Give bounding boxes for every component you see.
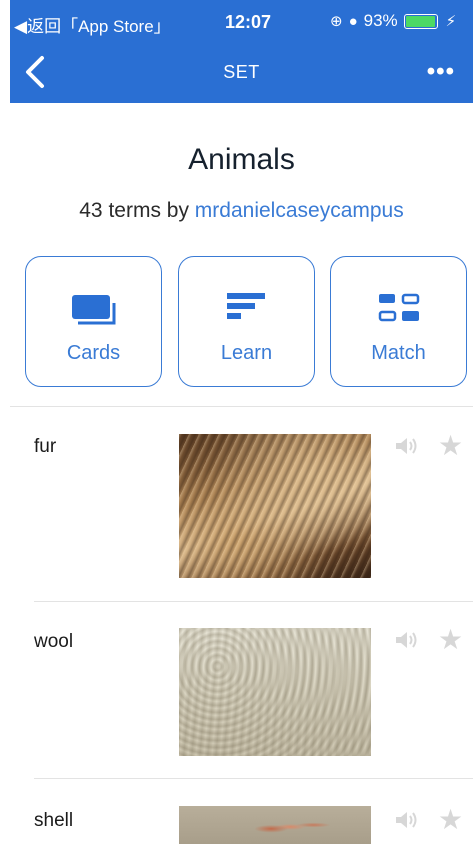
- rotation-lock-icon: ⊕: [330, 13, 343, 30]
- battery-icon: [403, 13, 438, 29]
- divider: [34, 601, 473, 602]
- star-icon[interactable]: ★: [438, 432, 463, 460]
- status-time: 12:07: [225, 12, 272, 32]
- more-dots-icon[interactable]: •••: [427, 58, 455, 86]
- alarm-icon: ●: [348, 12, 358, 30]
- cards-button[interactable]: Cards: [25, 256, 162, 387]
- set-title: Animals: [188, 143, 295, 176]
- learn-label: Learn: [220, 342, 273, 364]
- learn-icon: [226, 293, 265, 319]
- status-right: ⊕ ● 93% ⚡: [330, 11, 456, 31]
- nav-bar: SET •••: [10, 44, 473, 103]
- fur-image[interactable]: [179, 434, 371, 578]
- set-meta: 43 terms by mrdanielcaseycampus: [10, 199, 473, 223]
- learn-button[interactable]: Learn: [178, 256, 315, 387]
- term-word: wool: [34, 631, 74, 652]
- match-label: Match: [371, 342, 426, 364]
- cards-icon: [71, 295, 115, 325]
- shell-image[interactable]: [179, 806, 371, 844]
- star-icon[interactable]: ★: [438, 806, 463, 834]
- status-bar: ◀返回「App Store」 12:07 ⊕ ● 93% ⚡: [10, 0, 473, 44]
- author-link[interactable]: mrdanielcaseycampus: [195, 199, 404, 222]
- divider: [34, 778, 473, 779]
- term-count: 43 terms by: [79, 199, 195, 222]
- divider: [10, 406, 473, 407]
- top-bar: ◀返回「App Store」 12:07 ⊕ ● 93% ⚡ SET •••: [10, 0, 473, 103]
- speaker-icon[interactable]: [394, 435, 420, 457]
- nav-title: SET: [223, 62, 260, 82]
- star-icon[interactable]: ★: [438, 626, 463, 654]
- match-button[interactable]: Match: [330, 256, 467, 387]
- wool-image[interactable]: [179, 628, 371, 756]
- term-word: fur: [34, 436, 57, 457]
- speaker-icon[interactable]: [394, 809, 420, 831]
- back-to-app-store[interactable]: ◀返回「App Store」: [14, 12, 171, 37]
- charging-icon: ⚡: [445, 13, 457, 30]
- cards-label: Cards: [66, 342, 121, 364]
- battery-percent: 93%: [363, 11, 398, 30]
- battery-fill: [405, 15, 436, 27]
- match-icon: [378, 293, 419, 322]
- speaker-icon[interactable]: [394, 629, 420, 651]
- term-word: shell: [34, 810, 74, 831]
